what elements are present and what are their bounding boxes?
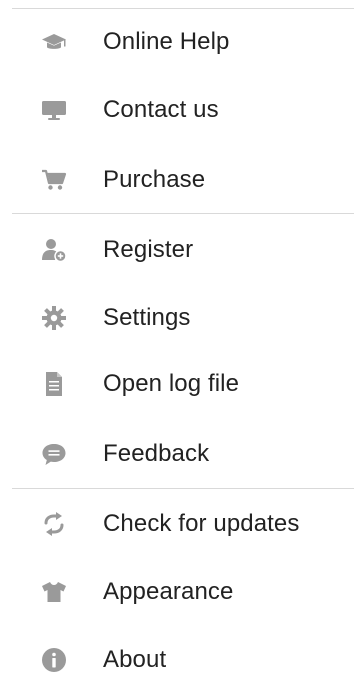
menu-item-feedback[interactable]: Feedback (0, 422, 354, 486)
refresh-icon (39, 509, 69, 539)
gear-icon (39, 303, 69, 333)
menu-item-purchase[interactable]: Purchase (0, 148, 354, 212)
menu-item-label: Check for updates (103, 510, 300, 537)
menu-item-open-log-file[interactable]: Open log file (0, 352, 354, 416)
menu-divider (12, 8, 354, 9)
menu-item-label: Feedback (103, 440, 210, 467)
menu-item-label: Purchase (103, 166, 206, 193)
speech-bubble-icon (39, 439, 69, 469)
menu-item-label: Online Help (103, 28, 230, 55)
menu-item-contact-us[interactable]: Contact us (0, 78, 354, 142)
graduation-cap-icon (39, 27, 69, 57)
menu-divider (12, 488, 354, 489)
monitor-icon (39, 95, 69, 125)
menu-item-about[interactable]: About (0, 628, 354, 692)
menu-item-appearance[interactable]: Appearance (0, 560, 354, 624)
menu-item-label: Appearance (103, 578, 234, 605)
menu-item-label: Register (103, 236, 194, 263)
menu-item-label: Open log file (103, 370, 240, 397)
help-menu: Online Help Contact us Purchase Register… (0, 0, 354, 692)
tshirt-icon (39, 577, 69, 607)
menu-item-online-help[interactable]: Online Help (0, 10, 354, 74)
user-add-icon (39, 235, 69, 265)
menu-divider (12, 213, 354, 214)
info-icon (39, 645, 69, 675)
document-icon (39, 369, 69, 399)
menu-item-register[interactable]: Register (0, 218, 354, 282)
menu-item-label: Contact us (103, 96, 219, 123)
menu-item-label: About (103, 646, 167, 673)
menu-item-settings[interactable]: Settings (0, 286, 354, 350)
menu-item-label: Settings (103, 304, 191, 331)
shopping-cart-icon (39, 165, 69, 195)
menu-item-check-for-updates[interactable]: Check for updates (0, 492, 354, 556)
